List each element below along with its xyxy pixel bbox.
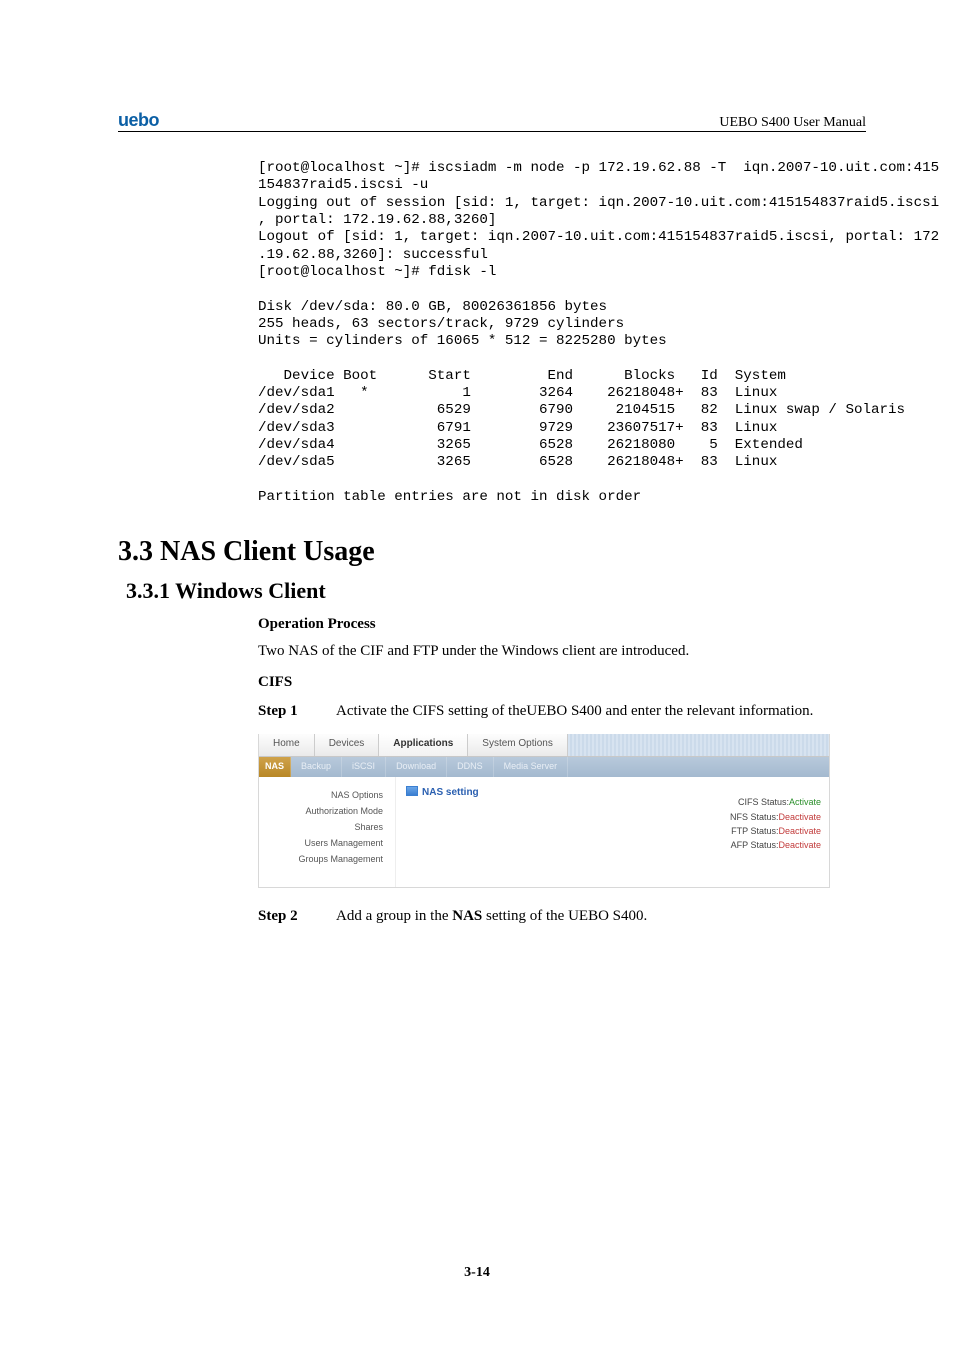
panel-title-text: NAS setting bbox=[422, 787, 479, 798]
sidenav-auth-mode[interactable]: Authorization Mode bbox=[259, 803, 387, 819]
tab-system-options[interactable]: System Options bbox=[468, 734, 568, 756]
step-1-text: Activate the CIFS setting of theUEBO S40… bbox=[336, 703, 866, 720]
sidenav-nas-options[interactable]: NAS Options bbox=[259, 787, 387, 803]
cifs-heading: CIFS bbox=[258, 674, 866, 691]
brand-logo: uebo bbox=[118, 110, 159, 131]
status-cifs: CIFS Status:Activate bbox=[671, 795, 821, 809]
tab-spacer bbox=[568, 734, 829, 756]
operation-process-heading: Operation Process bbox=[258, 616, 866, 633]
tab-devices[interactable]: Devices bbox=[315, 734, 380, 756]
step-2-label: Step 2 bbox=[258, 908, 336, 925]
subtab-nas[interactable]: NAS bbox=[259, 757, 291, 777]
embedded-screenshot: Home Devices Applications System Options… bbox=[258, 734, 830, 888]
status-afp: AFP Status:Deactivate bbox=[671, 838, 821, 852]
subtab-iscsi[interactable]: iSCSI bbox=[342, 757, 386, 777]
terminal-output: [root@localhost ~]# iscsiadm -m node -p … bbox=[258, 160, 866, 506]
sidenav-users-mgmt[interactable]: Users Management bbox=[259, 835, 387, 851]
sidenav-shares[interactable]: Shares bbox=[259, 819, 387, 835]
step-1-label: Step 1 bbox=[258, 703, 336, 720]
page-number: 3-14 bbox=[0, 1265, 954, 1281]
subtab-backup[interactable]: Backup bbox=[291, 757, 342, 777]
sub-tab-bar: NAS Backup iSCSI Download DDNS Media Ser… bbox=[259, 757, 829, 777]
step-2: Step 2 Add a group in the NAS setting of… bbox=[258, 908, 866, 925]
tab-home[interactable]: Home bbox=[259, 734, 315, 756]
step-1: Step 1 Activate the CIFS setting of theU… bbox=[258, 703, 866, 720]
step-2-text: Add a group in the NAS setting of the UE… bbox=[336, 908, 866, 925]
intro-text: Two NAS of the CIF and FTP under the Win… bbox=[258, 643, 866, 660]
nas-setting-icon bbox=[406, 786, 418, 796]
header-manual-title: UEBO S400 User Manual bbox=[719, 115, 866, 131]
side-nav: NAS Options Authorization Mode Shares Us… bbox=[259, 777, 396, 887]
panel-title: NAS setting bbox=[406, 785, 667, 798]
status-panel: CIFS Status:Activate NFS Status:Deactiva… bbox=[667, 777, 829, 887]
subtab-media-server[interactable]: Media Server bbox=[494, 757, 569, 777]
status-nfs: NFS Status:Deactivate bbox=[671, 810, 821, 824]
tab-applications[interactable]: Applications bbox=[379, 734, 468, 756]
subtab-ddns[interactable]: DDNS bbox=[447, 757, 494, 777]
subtab-download[interactable]: Download bbox=[386, 757, 447, 777]
subsection-heading: 3.3.1 Windows Client bbox=[126, 578, 866, 604]
section-heading: 3.3 NAS Client Usage bbox=[118, 536, 866, 568]
status-ftp: FTP Status:Deactivate bbox=[671, 824, 821, 838]
sidenav-groups-mgmt[interactable]: Groups Management bbox=[259, 851, 387, 867]
main-tab-bar: Home Devices Applications System Options bbox=[259, 734, 829, 757]
header-rule bbox=[118, 131, 866, 132]
